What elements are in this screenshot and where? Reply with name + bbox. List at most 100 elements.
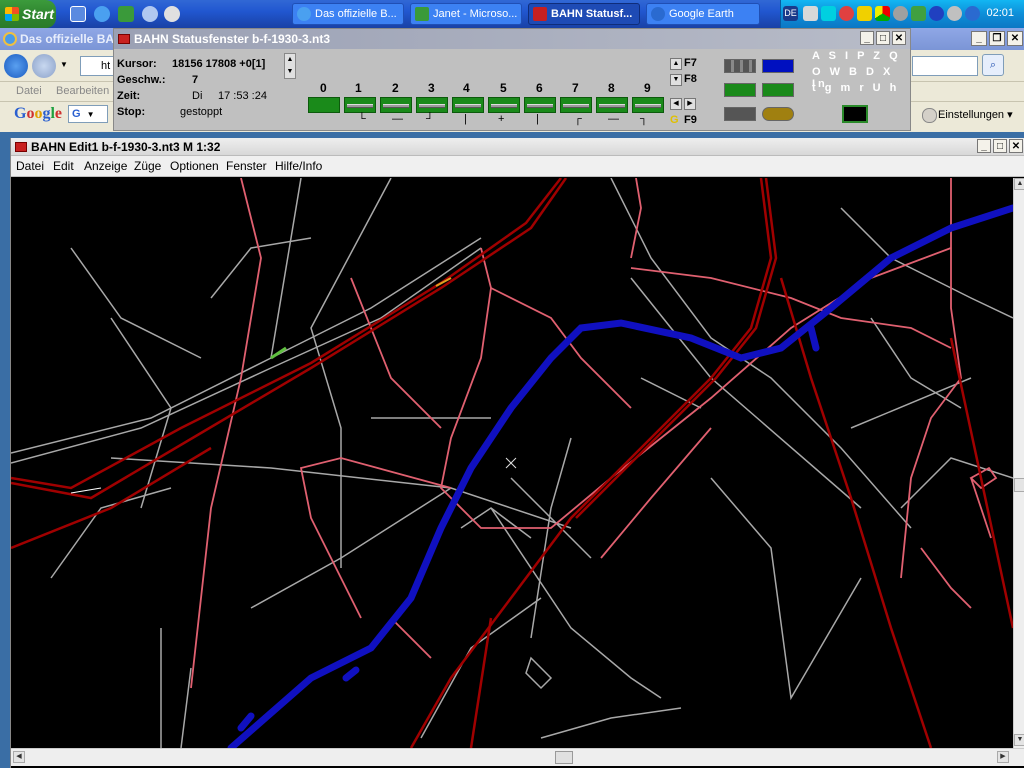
edit-title-bar[interactable]: BAHN Edit1 b-f-1930-3.nt3 M 1:32 _ □ ✕ [11, 138, 1024, 156]
track-symbol: └ [358, 113, 366, 125]
mode-letters-row[interactable]: t g m r U h [812, 82, 899, 94]
minimize-button[interactable]: _ [860, 31, 874, 45]
scroll-left-icon[interactable]: ◀ [13, 751, 25, 763]
palette-road-icon[interactable] [724, 107, 756, 121]
ie-title: Das offizielle BAH [20, 32, 123, 46]
track-piece-3[interactable] [416, 97, 448, 113]
menu-anzeige[interactable]: Anzeige [84, 159, 127, 173]
track-piece-2[interactable] [380, 97, 412, 113]
mode-letters-row[interactable]: A S I P Z Q [812, 50, 901, 62]
menu-optionen[interactable]: Optionen [170, 159, 219, 173]
bahn-edit-window: BAHN Edit1 b-f-1930-3.nt3 M 1:32 _ □ ✕ D… [10, 138, 1024, 768]
media-player-quicklaunch-icon[interactable] [164, 6, 180, 22]
menu-bearbeiten[interactable]: Bearbeiten [56, 85, 109, 97]
menu-zuege[interactable]: Züge [134, 159, 161, 173]
start-label: Start [22, 6, 54, 22]
menu-fenster[interactable]: Fenster [226, 159, 267, 173]
scroll-down-icon[interactable]: ▼ [1014, 734, 1024, 746]
maximize-button[interactable]: ❐ [989, 31, 1005, 46]
tray-app-icon[interactable] [893, 6, 908, 21]
settings-button[interactable]: Einstellungen ▾ [922, 108, 1013, 123]
tray-app-icon[interactable] [875, 6, 890, 21]
tray-app-icon[interactable] [929, 6, 944, 21]
menu-edit[interactable]: Edit [53, 159, 74, 173]
left-arrow-button[interactable]: ◀ [670, 98, 682, 110]
language-indicator[interactable]: DE [783, 6, 798, 21]
back-icon[interactable] [4, 54, 28, 78]
chevron-down-icon: ▼ [86, 110, 95, 119]
palette-track-icon[interactable] [724, 59, 756, 73]
f8-down-button[interactable]: ▼ [670, 74, 682, 86]
close-button[interactable]: ✕ [1009, 139, 1023, 153]
f7-up-button[interactable]: ▲ [670, 58, 682, 70]
track-piece-8[interactable] [596, 97, 628, 113]
task-outlook[interactable]: Janet - Microso... [410, 3, 522, 25]
menu-datei[interactable]: Datei [16, 85, 42, 97]
app-quicklaunch-icon[interactable] [118, 6, 134, 22]
show-desktop-icon[interactable] [70, 6, 86, 22]
kursor-label: Kursor: [117, 58, 157, 70]
track-piece-1[interactable] [344, 97, 376, 113]
track-piece-4[interactable] [452, 97, 484, 113]
task-google-earth[interactable]: Google Earth [646, 3, 760, 25]
forward-icon[interactable] [32, 54, 56, 78]
track-piece-7[interactable] [560, 97, 592, 113]
menu-hilfe[interactable]: Hilfe/Info [275, 159, 322, 173]
system-tray: DE 02:01 [780, 0, 1024, 28]
warning-icon[interactable] [857, 6, 872, 21]
tray-app-icon[interactable] [803, 6, 818, 21]
clock: 02:01 [986, 7, 1014, 19]
palette-water-icon[interactable] [762, 59, 794, 73]
track-symbol: | [536, 113, 539, 125]
kursor-spinner[interactable]: ▲ ▼ [284, 53, 296, 79]
straight-rail-icon [383, 104, 409, 108]
task-label: Das offizielle B... [315, 8, 397, 20]
play-icon[interactable] [821, 6, 836, 21]
windows-logo-icon [5, 7, 19, 21]
minimize-button[interactable]: _ [971, 31, 987, 46]
ie-quicklaunch-icon[interactable] [94, 6, 110, 22]
palette-grass-icon[interactable] [724, 83, 756, 97]
streets [11, 178, 1013, 748]
track-number: 1 [355, 81, 362, 95]
mail-icon [415, 7, 429, 21]
scroll-thumb[interactable] [1014, 478, 1024, 492]
tray-app-icon[interactable] [839, 6, 854, 21]
task-ie[interactable]: Das offizielle B... [292, 3, 404, 25]
messenger-quicklaunch-icon[interactable] [142, 6, 158, 22]
task-label: BAHN Statusf... [551, 8, 633, 20]
tram-icon[interactable] [842, 105, 868, 123]
right-arrow-button[interactable]: ▶ [684, 98, 696, 110]
scroll-right-icon[interactable]: ▶ [997, 751, 1009, 763]
globe-icon[interactable] [965, 6, 980, 21]
track-symbol: ┐ [640, 113, 648, 125]
menu-datei[interactable]: Datei [16, 159, 44, 173]
stop-label: Stop: [117, 106, 146, 118]
task-bahn-status[interactable]: BAHN Statusf... [528, 3, 640, 25]
track-canvas[interactable] [11, 178, 1013, 748]
search-icon[interactable]: ⌕ [982, 54, 1004, 76]
start-button[interactable]: Start [0, 0, 56, 28]
tray-app-icon[interactable] [911, 6, 926, 21]
search-input[interactable] [912, 56, 978, 76]
close-button[interactable]: ✕ [892, 31, 906, 45]
minimize-button[interactable]: _ [977, 139, 991, 153]
google-box-label: G [72, 108, 81, 120]
scroll-thumb[interactable] [555, 751, 573, 764]
palette-tree-icon[interactable] [762, 83, 794, 97]
vertical-scrollbar[interactable]: ▲ ▼ [1013, 178, 1024, 748]
horizontal-scrollbar[interactable]: ◀ ▶ [11, 748, 1024, 766]
palette-sand-icon[interactable] [762, 107, 794, 121]
close-button[interactable]: ✕ [1007, 31, 1023, 46]
chevron-down-icon[interactable]: ▼ [60, 60, 68, 69]
maximize-button[interactable]: □ [876, 31, 890, 45]
google-search-box[interactable]: G ▼ [68, 105, 108, 123]
status-title-bar[interactable]: BAHN Statusfenster b-f-1930-3.nt3 _ □ ✕ [114, 29, 910, 49]
track-piece-0[interactable] [308, 97, 340, 113]
track-piece-5[interactable] [488, 97, 520, 113]
track-piece-9[interactable] [632, 97, 664, 113]
scroll-up-icon[interactable]: ▲ [1014, 178, 1024, 190]
track-piece-6[interactable] [524, 97, 556, 113]
tray-app-icon[interactable] [947, 6, 962, 21]
maximize-button[interactable]: □ [993, 139, 1007, 153]
